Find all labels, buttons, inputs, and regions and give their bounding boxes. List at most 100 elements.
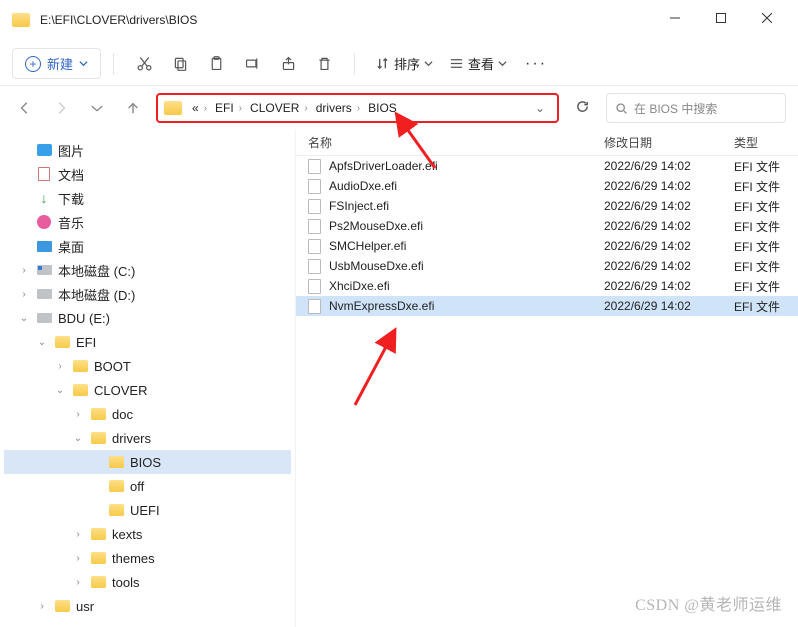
tree-item[interactable]: ⌄ EFI (4, 330, 291, 354)
file-row[interactable]: SMCHelper.efi2022/6/29 14:02EFI 文件 (296, 236, 798, 256)
navigation-tree: 图片文档↓下载音乐桌面 ›本地磁盘 (C:)›本地磁盘 (D:) ⌄ BDU (E:)… (0, 130, 296, 627)
expand-icon[interactable]: ⌄ (54, 385, 66, 396)
tree-item[interactable]: ›本地磁盘 (C:) (4, 258, 291, 282)
forward-button[interactable] (48, 95, 74, 121)
file-row[interactable]: Ps2MouseDxe.efi2022/6/29 14:02EFI 文件 (296, 216, 798, 236)
tree-item[interactable]: ›tools (4, 570, 291, 594)
expand-icon[interactable]: › (18, 265, 30, 276)
cut-button[interactable] (126, 46, 162, 82)
expand-icon[interactable]: ⌄ (18, 313, 30, 324)
file-name: SMCHelper.efi (329, 239, 406, 253)
history-button[interactable] (84, 95, 110, 121)
tree-item[interactable]: ›本地磁盘 (D:) (4, 282, 291, 306)
expand-icon[interactable]: › (72, 529, 84, 540)
expand-icon[interactable]: ⌄ (72, 433, 84, 444)
col-date[interactable]: 修改日期 (592, 134, 722, 151)
back-button[interactable] (12, 95, 38, 121)
address-bar[interactable]: « › EFI › CLOVER › drivers › BIOS ⌄ (156, 93, 559, 123)
view-label: 查看 (468, 54, 494, 73)
tree-item[interactable]: ›doc (4, 402, 291, 426)
tree-item[interactable]: › themes (4, 546, 291, 570)
tree-item[interactable]: off (4, 474, 291, 498)
item-label: EFI (76, 335, 96, 350)
close-button[interactable] (744, 2, 790, 34)
expand-icon[interactable]: › (18, 289, 30, 300)
file-row[interactable]: AudioDxe.efi2022/6/29 14:02EFI 文件 (296, 176, 798, 196)
breadcrumb-item[interactable]: CLOVER › (246, 101, 312, 115)
item-label: 音乐 (58, 213, 84, 232)
toolbar: + 新建 排序 查看 ··· (0, 42, 798, 86)
chevron-down-icon (498, 59, 507, 68)
file-row[interactable]: UsbMouseDxe.efi2022/6/29 14:02EFI 文件 (296, 256, 798, 276)
item-label: BIOS (130, 455, 161, 470)
file-type: EFI 文件 (722, 198, 798, 215)
expand-icon[interactable]: › (72, 577, 84, 588)
tree-item[interactable]: 图片 (4, 138, 291, 162)
minimize-button[interactable] (652, 2, 698, 34)
paste-button[interactable] (198, 46, 234, 82)
col-name[interactable]: 名称 (296, 134, 592, 151)
tree-item[interactable]: UEFI (4, 498, 291, 522)
address-dropdown[interactable]: ⌄ (529, 101, 551, 115)
sort-label: 排序 (394, 54, 420, 73)
expand-icon[interactable]: › (54, 361, 66, 372)
item-icon (36, 286, 52, 302)
tree-item[interactable]: 音乐 (4, 210, 291, 234)
expand-icon[interactable]: › (72, 553, 84, 564)
item-label: themes (112, 551, 155, 566)
sort-button[interactable]: 排序 (367, 50, 441, 77)
file-row[interactable]: NvmExpressDxe.efi2022/6/29 14:02EFI 文件 (296, 296, 798, 316)
item-label: usr (76, 599, 94, 614)
maximize-button[interactable] (698, 2, 744, 34)
share-button[interactable] (270, 46, 306, 82)
item-label: 桌面 (58, 237, 84, 256)
tree-item[interactable]: ⌄drivers (4, 426, 291, 450)
expand-icon[interactable]: › (36, 601, 48, 612)
breadcrumb-overflow[interactable]: « › (188, 101, 211, 115)
more-button[interactable]: ··· (515, 55, 557, 73)
item-icon (108, 502, 124, 518)
delete-button[interactable] (306, 46, 342, 82)
file-type: EFI 文件 (722, 178, 798, 195)
item-icon (90, 550, 106, 566)
tree-item[interactable]: ⌄CLOVER (4, 378, 291, 402)
col-type[interactable]: 类型 (722, 134, 798, 151)
refresh-button[interactable] (569, 99, 596, 117)
breadcrumb-item[interactable]: drivers › (312, 101, 364, 115)
item-label: UEFI (130, 503, 160, 518)
file-row[interactable]: XhciDxe.efi2022/6/29 14:02EFI 文件 (296, 276, 798, 296)
copy-button[interactable] (162, 46, 198, 82)
view-icon (449, 56, 464, 71)
file-row[interactable]: FSInject.efi2022/6/29 14:02EFI 文件 (296, 196, 798, 216)
tree-item[interactable]: 桌面 (4, 234, 291, 258)
up-button[interactable] (120, 95, 146, 121)
tree-item[interactable]: ⌄ BDU (E:) (4, 306, 291, 330)
rename-button[interactable] (234, 46, 270, 82)
file-type: EFI 文件 (722, 278, 798, 295)
expand-icon[interactable]: › (72, 409, 84, 420)
file-icon (308, 199, 321, 214)
breadcrumb-item[interactable]: BIOS (364, 101, 401, 115)
file-date: 2022/6/29 14:02 (592, 219, 722, 233)
tree-item[interactable]: ›BOOT (4, 354, 291, 378)
new-label: 新建 (47, 54, 73, 73)
file-date: 2022/6/29 14:02 (592, 179, 722, 193)
search-input[interactable]: 在 BIOS 中搜索 (606, 93, 786, 123)
file-icon (308, 299, 321, 314)
file-type: EFI 文件 (722, 298, 798, 315)
tree-item[interactable]: ↓下载 (4, 186, 291, 210)
breadcrumb-item[interactable]: EFI › (211, 101, 246, 115)
item-icon (90, 406, 106, 422)
separator (113, 53, 114, 75)
item-label: BDU (E:) (58, 311, 110, 326)
file-name: Ps2MouseDxe.efi (329, 219, 423, 233)
view-button[interactable]: 查看 (441, 50, 515, 77)
new-button[interactable]: + 新建 (12, 48, 101, 79)
item-icon (36, 214, 52, 230)
tree-item[interactable]: BIOS (4, 450, 291, 474)
tree-item[interactable]: › usr (4, 594, 291, 618)
tree-item[interactable]: ›kexts (4, 522, 291, 546)
tree-item[interactable]: 文档 (4, 162, 291, 186)
file-row[interactable]: ApfsDriverLoader.efi2022/6/29 14:02EFI 文… (296, 156, 798, 176)
expand-icon[interactable]: ⌄ (36, 337, 48, 348)
